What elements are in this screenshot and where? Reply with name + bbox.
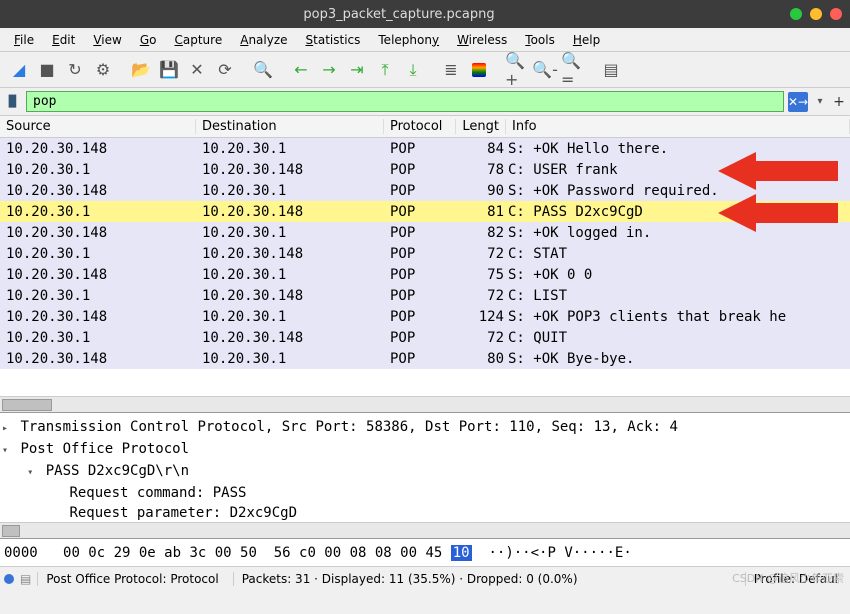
display-filter-input[interactable]	[26, 91, 784, 112]
packet-bytes-pane[interactable]: 0000 00 0c 29 0e ab 3c 00 50 56 c0 00 08…	[0, 538, 850, 566]
menu-view[interactable]: View	[85, 31, 129, 49]
stop-capture-button[interactable]: ■	[34, 57, 60, 83]
packet-row[interactable]: 10.20.30.14810.20.30.1POP82 S: +OK logge…	[0, 222, 850, 243]
auto-scroll-button[interactable]: ≣	[438, 57, 464, 83]
capture-file-props-icon[interactable]: ▤	[20, 572, 31, 586]
menu-wireless[interactable]: Wireless	[449, 31, 515, 49]
go-last-button[interactable]: ⤓	[400, 57, 426, 83]
packet-row[interactable]: 10.20.30.110.20.30.148POP72 C: STAT	[0, 243, 850, 264]
bookmark-filter-icon[interactable]: ▉	[4, 93, 22, 111]
status-bar: ▤ Post Office Protocol: Protocol Packets…	[0, 566, 850, 590]
go-forward-button[interactable]: →	[316, 57, 342, 83]
resize-columns-button[interactable]: ▤	[598, 57, 624, 83]
display-filter-bar: ▉ ✕→ ▾ +	[0, 88, 850, 116]
column-header-destination[interactable]: Destination	[196, 119, 384, 134]
menu-file[interactable]: File	[6, 31, 42, 49]
menu-tools[interactable]: Tools	[517, 31, 563, 49]
save-file-button[interactable]: 💾	[156, 57, 182, 83]
window-title: pop3_packet_capture.pcapng	[8, 7, 790, 22]
minimize-button[interactable]	[790, 8, 802, 20]
capture-options-button[interactable]: ⚙	[90, 57, 116, 83]
clear-filter-button[interactable]: ✕→	[788, 92, 808, 112]
column-header-info[interactable]: Info	[506, 119, 850, 134]
status-profile[interactable]: Profile: Defaul	[745, 572, 846, 586]
detail-pop-line[interactable]: ▾ Post Office Protocol	[2, 439, 848, 461]
window-controls	[790, 8, 842, 20]
status-packet-stats: Packets: 31 · Displayed: 11 (35.5%) · Dr…	[233, 572, 739, 586]
start-capture-button[interactable]: ◢	[6, 57, 32, 83]
expert-info-icon[interactable]	[4, 574, 14, 584]
restart-capture-button[interactable]: ↻	[62, 57, 88, 83]
open-file-button[interactable]: 📂	[128, 57, 154, 83]
packet-list-pane: Source Destination Protocol Lengt Info 1…	[0, 116, 850, 396]
hex-ascii: ··)··<·P V·····E·	[472, 545, 632, 561]
reload-button[interactable]: ⟳	[212, 57, 238, 83]
packet-row[interactable]: 10.20.30.110.20.30.148POP78 C: USER fran…	[0, 159, 850, 180]
filter-history-button[interactable]: ▾	[812, 96, 828, 107]
hex-bytes: 00 0c 29 0e ab 3c 00 50 56 c0 00 08 08 0…	[63, 545, 451, 561]
menu-edit[interactable]: Edit	[44, 31, 83, 49]
packet-row[interactable]: 10.20.30.110.20.30.148POP72 C: LIST	[0, 285, 850, 306]
zoom-in-button[interactable]: 🔍+	[504, 57, 530, 83]
packet-row[interactable]: 10.20.30.110.20.30.148POP72 C: QUIT	[0, 327, 850, 348]
hex-offset: 0000	[4, 545, 38, 561]
menu-analyze[interactable]: Analyze	[232, 31, 295, 49]
go-first-button[interactable]: ⤒	[372, 57, 398, 83]
menu-help[interactable]: Help	[565, 31, 608, 49]
window-titlebar: pop3_packet_capture.pcapng	[0, 0, 850, 28]
column-header-protocol[interactable]: Protocol	[384, 119, 456, 134]
detail-pass-line[interactable]: ▾ PASS D2xc9CgD\r\n	[2, 461, 848, 483]
packet-row[interactable]: 10.20.30.14810.20.30.1POP84 S: +OK Hello…	[0, 138, 850, 159]
packet-row[interactable]: 10.20.30.110.20.30.148POP81 C: PASS D2xc…	[0, 201, 850, 222]
hex-selected-byte: 10	[451, 545, 472, 561]
column-header-source[interactable]: Source	[0, 119, 196, 134]
menu-capture[interactable]: Capture	[166, 31, 230, 49]
zoom-reset-button[interactable]: 🔍=	[560, 57, 586, 83]
close-file-button[interactable]: ✕	[184, 57, 210, 83]
packet-details-pane[interactable]: ▸ Transmission Control Protocol, Src Por…	[0, 412, 850, 522]
close-button[interactable]	[830, 8, 842, 20]
packet-row[interactable]: 10.20.30.14810.20.30.1POP90 S: +OK Passw…	[0, 180, 850, 201]
column-header-length[interactable]: Lengt	[456, 119, 506, 134]
detail-req-param[interactable]: Request parameter: D2xc9CgD	[2, 503, 848, 522]
status-field: Post Office Protocol: Protocol	[37, 572, 226, 586]
packet-list-header: Source Destination Protocol Lengt Info	[0, 116, 850, 138]
packet-row[interactable]: 10.20.30.14810.20.30.1POP75 S: +OK 0 0	[0, 264, 850, 285]
go-back-button[interactable]: ←	[288, 57, 314, 83]
main-toolbar: ◢ ■ ↻ ⚙ 📂 💾 ✕ ⟳ 🔍 ← → ⇥ ⤒ ⤓ ≣ 🔍+ 🔍- 🔍= ▤	[0, 52, 850, 88]
go-to-packet-button[interactable]: ⇥	[344, 57, 370, 83]
packet-list-hscroll[interactable]	[0, 396, 850, 412]
detail-req-cmd[interactable]: Request command: PASS	[2, 483, 848, 503]
menu-telephony[interactable]: Telephony	[370, 31, 447, 49]
maximize-button[interactable]	[810, 8, 822, 20]
menu-go[interactable]: Go	[132, 31, 165, 49]
packet-row[interactable]: 10.20.30.14810.20.30.1POP80 S: +OK Bye-b…	[0, 348, 850, 369]
menu-bar: File Edit View Go Capture Analyze Statis…	[0, 28, 850, 52]
details-hscroll[interactable]	[0, 522, 850, 538]
packet-list-body[interactable]: 10.20.30.14810.20.30.1POP84 S: +OK Hello…	[0, 138, 850, 369]
zoom-out-button[interactable]: 🔍-	[532, 57, 558, 83]
find-packet-button[interactable]: 🔍	[250, 57, 276, 83]
add-filter-button[interactable]: +	[832, 94, 846, 110]
detail-tcp-line[interactable]: ▸ Transmission Control Protocol, Src Por…	[2, 417, 848, 439]
packet-row[interactable]: 10.20.30.14810.20.30.1POP124 S: +OK POP3…	[0, 306, 850, 327]
menu-statistics[interactable]: Statistics	[298, 31, 369, 49]
colorize-button[interactable]	[466, 57, 492, 83]
